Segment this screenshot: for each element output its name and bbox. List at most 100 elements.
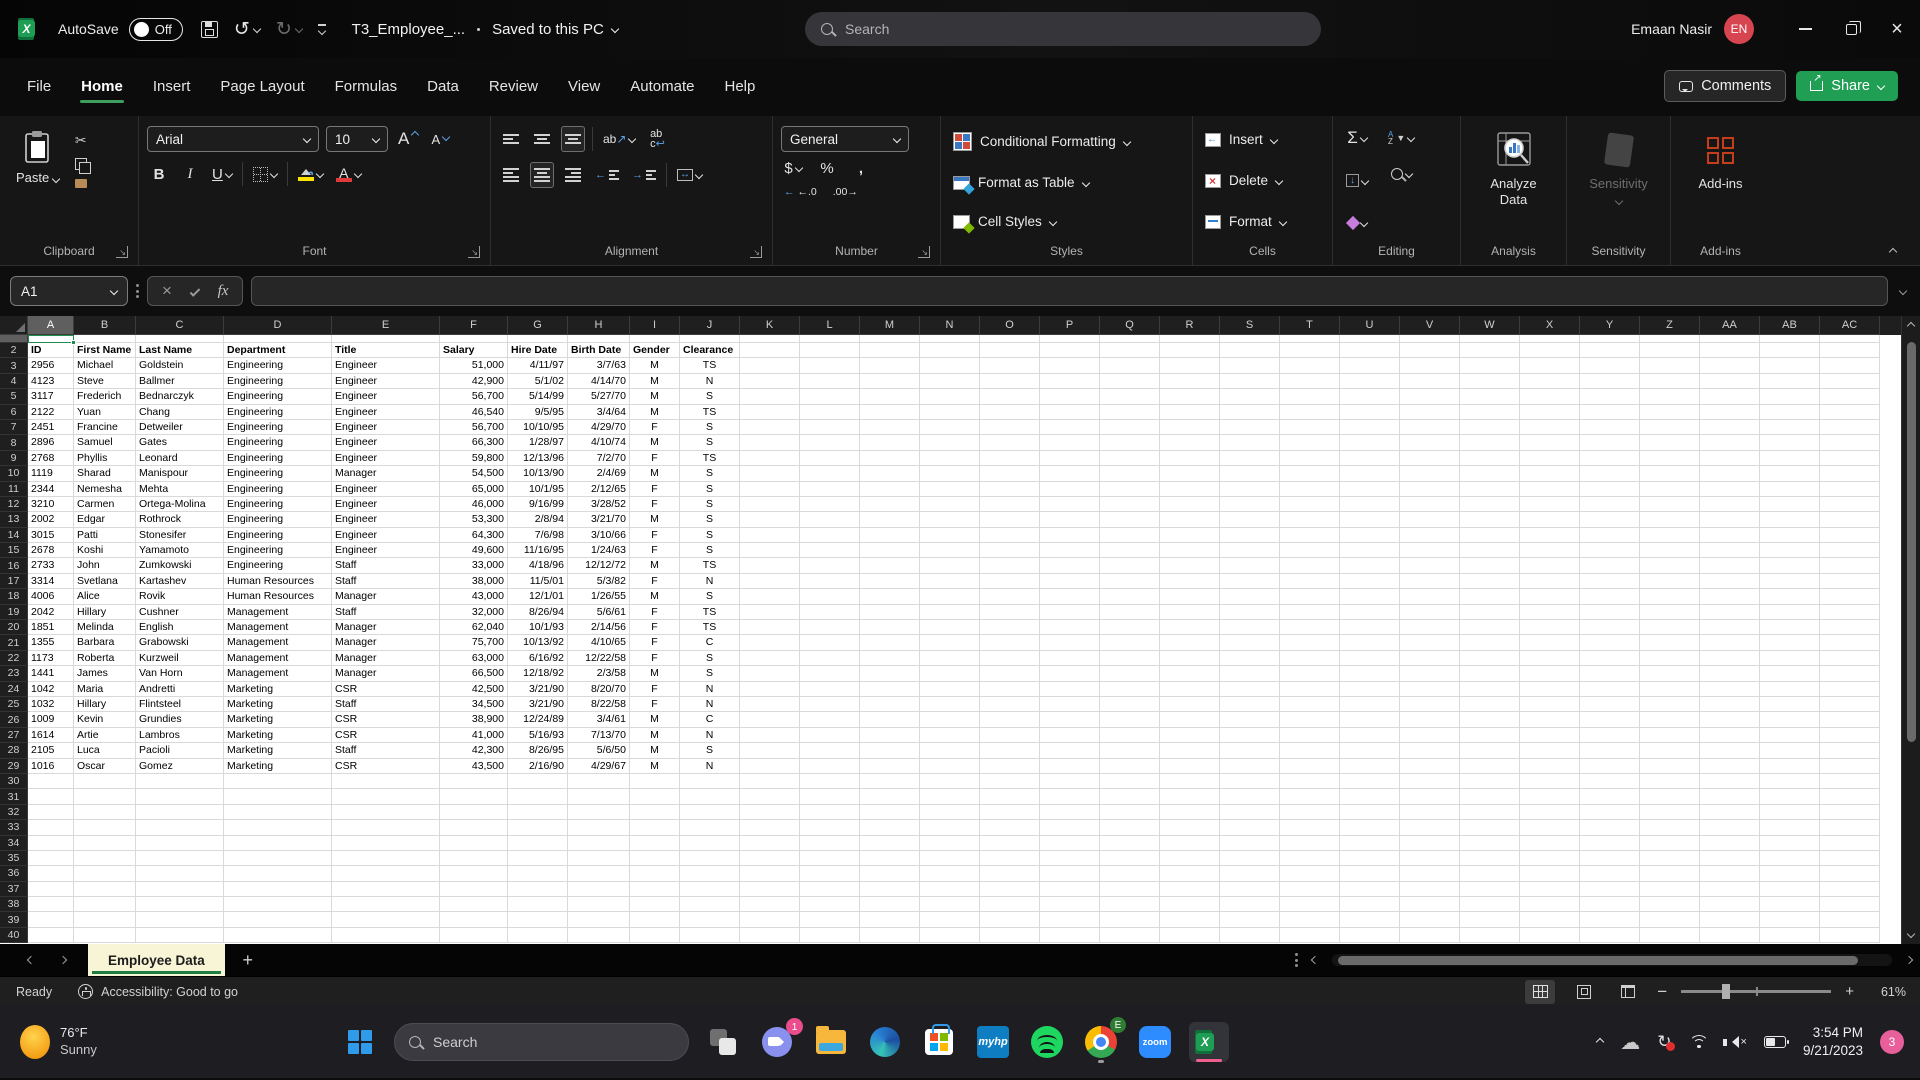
cell-Y39[interactable] — [1580, 912, 1640, 927]
cell-U40[interactable] — [1340, 928, 1400, 943]
cell-V19[interactable] — [1400, 605, 1460, 620]
cell-M10[interactable] — [860, 466, 920, 481]
cell-G14[interactable]: 7/6/98 — [508, 528, 568, 543]
cell-M6[interactable] — [860, 405, 920, 420]
cell-Y19[interactable] — [1580, 605, 1640, 620]
saved-status[interactable]: Saved to this PC — [492, 21, 604, 38]
column-header-F[interactable]: F — [440, 316, 508, 335]
row-header-26[interactable]: 26 — [0, 712, 28, 727]
redo-button[interactable]: ↺ — [276, 20, 302, 39]
cell-X37[interactable] — [1520, 882, 1580, 897]
cell-L7[interactable] — [800, 420, 860, 435]
cell-Z14[interactable] — [1640, 528, 1700, 543]
cell-W21[interactable] — [1460, 635, 1520, 650]
cell-AB5[interactable] — [1760, 389, 1820, 404]
zoom-slider[interactable] — [1681, 990, 1831, 992]
cell-B9[interactable]: Phyllis — [74, 451, 136, 466]
cell-S35[interactable] — [1220, 851, 1280, 866]
cell-AC38[interactable] — [1820, 897, 1880, 912]
cell-B35[interactable] — [74, 851, 136, 866]
cell-E25[interactable]: Staff — [332, 697, 440, 712]
cell-I9[interactable]: F — [630, 451, 680, 466]
cell-X3[interactable] — [1520, 358, 1580, 373]
cell-D13[interactable]: Engineering — [224, 512, 332, 527]
cell-F25[interactable]: 34,500 — [440, 697, 508, 712]
cell-E38[interactable] — [332, 897, 440, 912]
increase-font-button[interactable]: A — [395, 126, 421, 152]
cell-W32[interactable] — [1460, 805, 1520, 820]
cell-R21[interactable] — [1160, 635, 1220, 650]
cell-C39[interactable] — [136, 912, 224, 927]
cell-B19[interactable]: Hillary — [74, 605, 136, 620]
cell-R17[interactable] — [1160, 574, 1220, 589]
cell-B31[interactable] — [74, 789, 136, 804]
cell-Q17[interactable] — [1100, 574, 1160, 589]
cell-J21[interactable]: C — [680, 635, 740, 650]
cell-B40[interactable] — [74, 928, 136, 943]
cell-H25[interactable]: 8/22/58 — [568, 697, 630, 712]
cell-N21[interactable] — [920, 635, 980, 650]
cell-R2[interactable] — [1160, 343, 1220, 358]
cell-H2[interactable]: Birth Date — [568, 343, 630, 358]
cell-O13[interactable] — [980, 512, 1040, 527]
cell-V14[interactable] — [1400, 528, 1460, 543]
cell-Q8[interactable] — [1100, 435, 1160, 450]
cell-D5[interactable]: Engineering — [224, 389, 332, 404]
cell-I26[interactable]: M — [630, 712, 680, 727]
cell-I24[interactable]: F — [630, 682, 680, 697]
sort-filter-button[interactable]: AZ▼ — [1385, 128, 1417, 148]
cell-E18[interactable]: Manager — [332, 589, 440, 604]
cell-P30[interactable] — [1040, 774, 1100, 789]
column-header-A[interactable]: A — [28, 316, 74, 335]
cell-Y38[interactable] — [1580, 897, 1640, 912]
avatar[interactable]: EN — [1724, 14, 1754, 44]
cell-Z21[interactable] — [1640, 635, 1700, 650]
column-header-X[interactable]: X — [1520, 316, 1580, 335]
cell-R22[interactable] — [1160, 651, 1220, 666]
cell-J16[interactable]: TS — [680, 558, 740, 573]
cell-J5[interactable]: S — [680, 389, 740, 404]
cell-Z27[interactable] — [1640, 728, 1700, 743]
cell-N16[interactable] — [920, 558, 980, 573]
cell-W35[interactable] — [1460, 851, 1520, 866]
restore-button[interactable] — [1828, 0, 1874, 58]
cell-O1[interactable] — [980, 335, 1040, 343]
cell-W12[interactable] — [1460, 497, 1520, 512]
cell-I36[interactable] — [630, 866, 680, 881]
cell-Y13[interactable] — [1580, 512, 1640, 527]
cell-T33[interactable] — [1280, 820, 1340, 835]
cell-E27[interactable]: CSR — [332, 728, 440, 743]
cell-I17[interactable]: F — [630, 574, 680, 589]
cell-S29[interactable] — [1220, 759, 1280, 774]
cell-K3[interactable] — [740, 358, 800, 373]
cell-R9[interactable] — [1160, 451, 1220, 466]
user-name[interactable]: Emaan Nasir — [1631, 21, 1712, 37]
cell-E5[interactable]: Engineer — [332, 389, 440, 404]
cell-I11[interactable]: F — [630, 482, 680, 497]
row-header-7[interactable]: 7 — [0, 420, 28, 435]
cell-F1[interactable] — [440, 335, 508, 343]
cell-S28[interactable] — [1220, 743, 1280, 758]
cell-M1[interactable] — [860, 335, 920, 343]
cell-X30[interactable] — [1520, 774, 1580, 789]
cell-K16[interactable] — [740, 558, 800, 573]
cell-AA36[interactable] — [1700, 866, 1760, 881]
cell-C36[interactable] — [136, 866, 224, 881]
cell-AB21[interactable] — [1760, 635, 1820, 650]
cell-I37[interactable] — [630, 882, 680, 897]
cell-O3[interactable] — [980, 358, 1040, 373]
cell-H26[interactable]: 3/4/61 — [568, 712, 630, 727]
cell-R8[interactable] — [1160, 435, 1220, 450]
start-button[interactable] — [340, 1022, 380, 1062]
cell-K26[interactable] — [740, 712, 800, 727]
cell-O9[interactable] — [980, 451, 1040, 466]
vertical-scroll-thumb[interactable] — [1907, 342, 1916, 742]
cell-J4[interactable]: N — [680, 374, 740, 389]
cell-AB34[interactable] — [1760, 836, 1820, 851]
cell-Q36[interactable] — [1100, 866, 1160, 881]
cell-D39[interactable] — [224, 912, 332, 927]
cell-I1[interactable] — [630, 335, 680, 343]
cell-N40[interactable] — [920, 928, 980, 943]
cell-B29[interactable]: Oscar — [74, 759, 136, 774]
cell-L34[interactable] — [800, 836, 860, 851]
